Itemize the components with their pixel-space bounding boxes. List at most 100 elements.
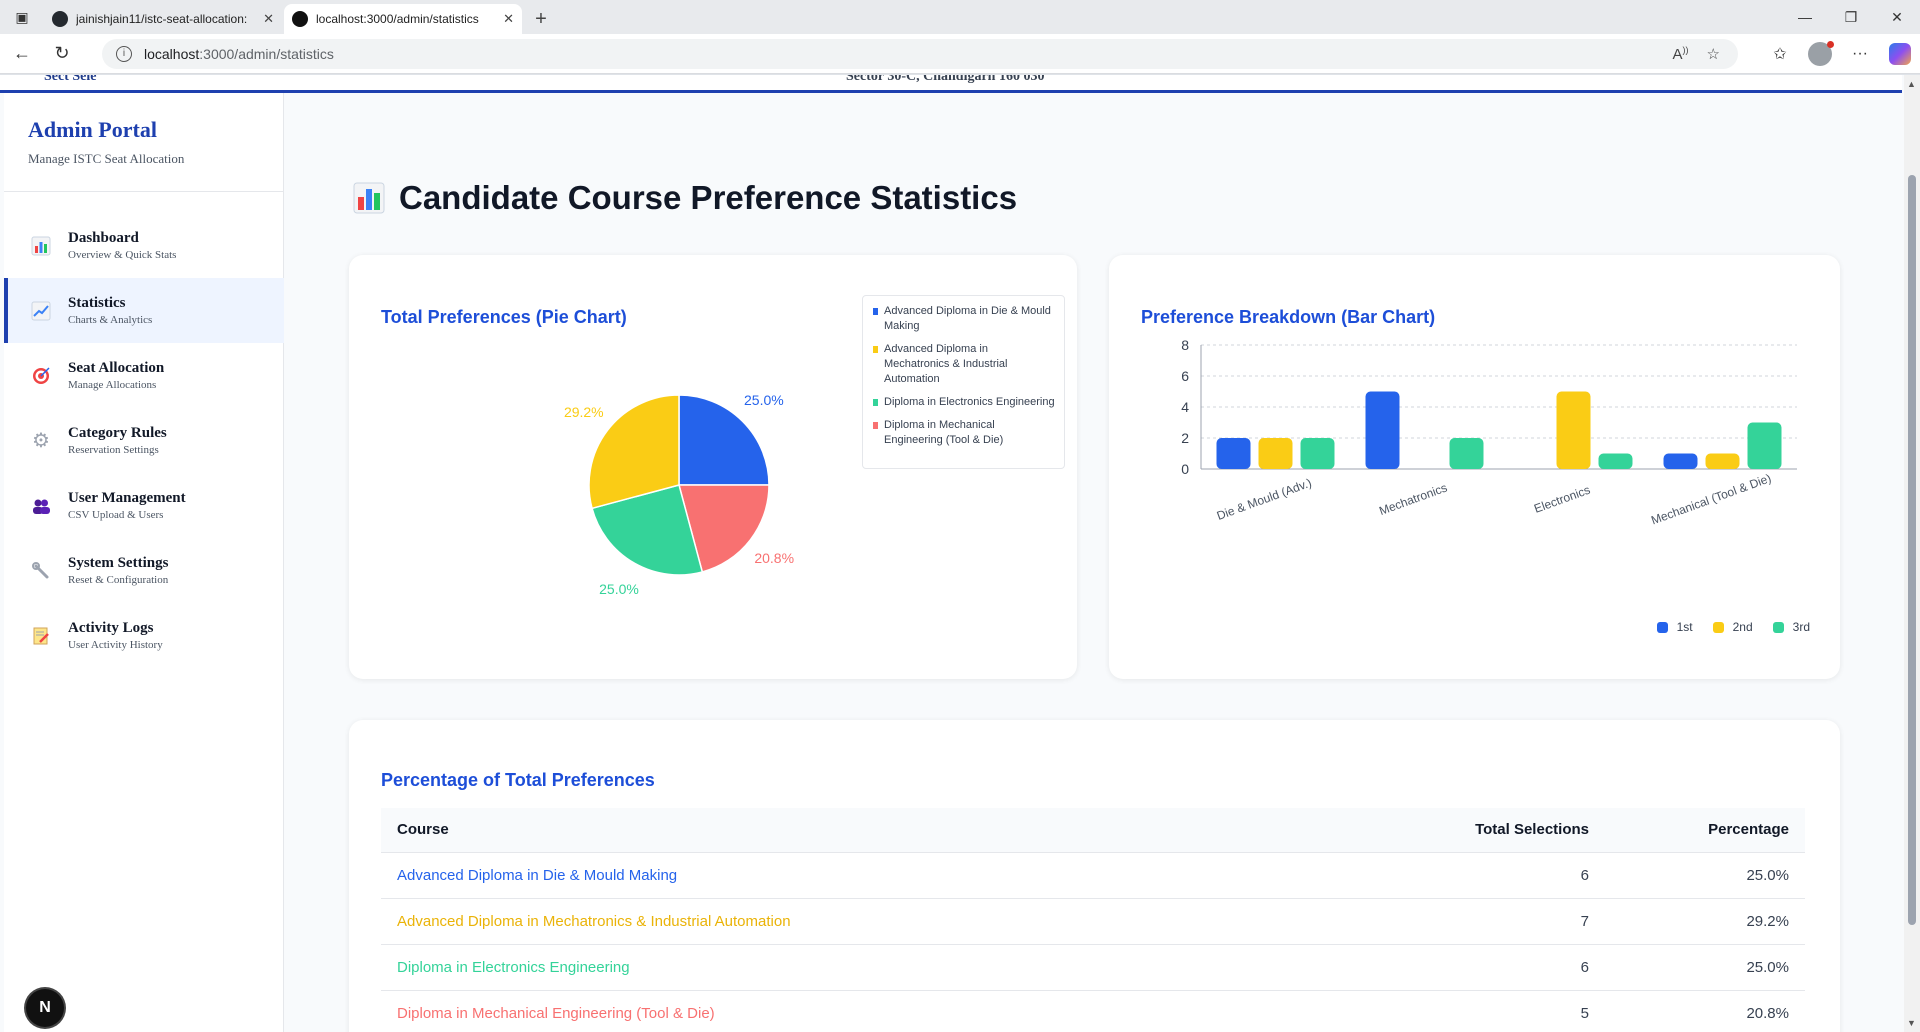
close-window-icon[interactable]: ✕ xyxy=(1874,0,1920,34)
legend-label: 1st xyxy=(1676,620,1693,634)
scrollbar-thumb[interactable] xyxy=(1908,175,1916,925)
sidebar-item-statistics[interactable]: Statistics Charts & Analytics xyxy=(4,278,284,343)
divider xyxy=(4,191,284,192)
cell-total: 5 xyxy=(1305,989,1605,1032)
y-tick-label: 2 xyxy=(1181,430,1189,446)
browser-tab-statistics[interactable]: localhost:3000/admin/statistics ✕ xyxy=(284,4,522,34)
scroll-up-icon[interactable]: ▲ xyxy=(1907,79,1916,89)
y-tick-label: 8 xyxy=(1181,337,1189,353)
scroll-down-icon[interactable]: ▼ xyxy=(1907,1018,1916,1028)
page-scrollbar[interactable]: ▲ ▼ xyxy=(1904,75,1920,1032)
x-tick-label: Mechanical (Tool & Die) xyxy=(1649,471,1773,527)
legend-item[interactable]: Advanced Diploma in Mechatronics & Indus… xyxy=(873,342,1056,387)
cell-course: Diploma in Electronics Engineering xyxy=(381,943,1305,990)
back-icon[interactable]: ← xyxy=(4,36,40,72)
bar[interactable] xyxy=(1216,438,1251,469)
favorite-star-icon[interactable]: ☆ xyxy=(1707,45,1720,63)
bar-chart-title: Preference Breakdown (Bar Chart) xyxy=(1141,307,1436,327)
bar[interactable] xyxy=(1258,438,1293,469)
x-tick-label: Die & Mould (Adv.) xyxy=(1215,476,1314,523)
page-title-text: Candidate Course Preference Statistics xyxy=(399,179,1018,216)
bar[interactable] xyxy=(1747,422,1782,470)
legend-item[interactable]: 3rd xyxy=(1772,620,1810,634)
more-menu-icon[interactable]: ··· xyxy=(1840,45,1880,63)
memo-icon xyxy=(30,625,52,647)
bar[interactable] xyxy=(1705,453,1740,470)
nextjs-dev-badge[interactable]: N xyxy=(26,989,64,1027)
cell-course: Advanced Diploma in Die & Mould Making xyxy=(381,851,1305,898)
refresh-icon[interactable]: ↻ xyxy=(44,36,80,72)
legend-swatch xyxy=(873,422,878,429)
bar[interactable] xyxy=(1365,391,1400,470)
restore-icon[interactable]: ❐ xyxy=(1828,0,1874,34)
sidebar-item-sub: Overview & Quick Stats xyxy=(68,249,177,261)
table-row: Advanced Diploma in Mechatronics & Indus… xyxy=(381,897,1805,944)
legend-item[interactable]: 1st xyxy=(1656,620,1693,634)
column-header-total[interactable]: Total Selections xyxy=(1305,808,1605,852)
legend-item[interactable]: Diploma in Electronics Engineering xyxy=(873,395,1056,410)
sidebar-item-dashboard[interactable]: Dashboard Overview & Quick Stats xyxy=(4,213,284,278)
table-body: Advanced Diploma in Die & Mould Making 6 2… xyxy=(381,851,1805,1032)
cell-total: 6 xyxy=(1305,943,1605,990)
legend-item[interactable]: Diploma in Mechanical Engineering (Tool … xyxy=(873,418,1056,448)
legend-swatch xyxy=(873,346,878,353)
cell-percentage: 20.8% xyxy=(1605,989,1805,1032)
pie-chart: 25.0% 20.8% 25.0% 29.2% xyxy=(564,392,794,597)
header-clip-left: Sect Sele xyxy=(44,75,97,84)
percentage-table-card: Percentage of Total Preferences Course T… xyxy=(349,720,1840,1032)
pie-slice[interactable] xyxy=(678,394,770,486)
sidebar-item-system-settings[interactable]: System Settings Reset & Configuration xyxy=(4,538,284,603)
profile-icon[interactable] xyxy=(1800,41,1840,66)
new-tab-button[interactable]: + xyxy=(524,4,558,34)
cell-total: 7 xyxy=(1305,897,1605,944)
preferences-table: Course Total Selections Percentage Advan… xyxy=(381,808,1805,1032)
sidebar-item-label: System Settings xyxy=(68,555,169,571)
close-tab-icon[interactable]: ✕ xyxy=(263,11,274,27)
cell-course: Diploma in Mechanical Engineering (Tool … xyxy=(381,989,1305,1032)
sidebar-item-sub: Charts & Analytics xyxy=(68,314,153,326)
browser-tab-bar: ▣ jainishjain11/istc-seat-allocation: ✕ … xyxy=(0,0,1920,34)
y-tick-label: 4 xyxy=(1181,399,1189,415)
y-tick-label: 0 xyxy=(1181,461,1189,477)
cell-percentage: 29.2% xyxy=(1605,897,1805,944)
legend-item[interactable]: Advanced Diploma in Die & Mould Making xyxy=(873,304,1056,334)
bar[interactable] xyxy=(1449,438,1484,469)
sidebar-item-label: Dashboard xyxy=(68,230,139,246)
close-tab-icon[interactable]: ✕ xyxy=(503,11,514,27)
bar[interactable] xyxy=(1556,391,1591,470)
sidebar-item-label: User Management xyxy=(68,490,186,506)
page-title: Candidate Course Preference Statistics xyxy=(353,179,1017,217)
wrench-icon xyxy=(30,560,52,582)
pie-slice-label: 20.8% xyxy=(754,550,794,566)
url-host: localhost xyxy=(144,45,200,62)
sidebar-item-sub: CSV Upload & Users xyxy=(68,509,164,521)
gear-icon: ⚙ xyxy=(32,430,50,452)
favorites-icon[interactable]: ✩ xyxy=(1760,44,1800,64)
bar[interactable] xyxy=(1663,453,1698,470)
bar[interactable] xyxy=(1598,453,1633,470)
window-controls: — ❐ ✕ xyxy=(1782,0,1920,34)
read-aloud-icon[interactable]: A)) xyxy=(1673,45,1689,63)
sidebar-toggle-icon[interactable]: ▣ xyxy=(0,0,44,34)
browser-tab-github[interactable]: jainishjain11/istc-seat-allocation: ✕ xyxy=(44,4,282,34)
column-header-course[interactable]: Course xyxy=(381,808,1305,852)
column-header-percentage[interactable]: Percentage xyxy=(1605,808,1805,852)
sidebar-item-seat-allocation[interactable]: Seat Allocation Manage Allocations xyxy=(4,343,284,408)
bar[interactable] xyxy=(1300,438,1335,469)
tab-title: jainishjain11/istc-seat-allocation: xyxy=(76,12,248,26)
site-info-icon[interactable]: i xyxy=(116,45,132,62)
sidebar-item-user-management[interactable]: User Management CSV Upload & Users xyxy=(4,473,284,538)
legend-label: 3rd xyxy=(1792,620,1810,634)
minimize-icon[interactable]: — xyxy=(1782,0,1828,34)
sidebar-item-category-rules[interactable]: ⚙ Category Rules Reservation Settings xyxy=(4,408,284,473)
sidebar-item-activity-logs[interactable]: Activity Logs User Activity History xyxy=(4,603,284,668)
legend-item[interactable]: 2nd xyxy=(1712,620,1753,634)
legend-label: Diploma in Mechanical Engineering (Tool … xyxy=(884,419,1004,446)
y-tick-label: 6 xyxy=(1181,368,1189,384)
url-input[interactable]: i localhost:3000/admin/statistics A)) ☆ xyxy=(102,38,1738,69)
legend-swatch xyxy=(1656,621,1668,633)
sidebar-title: Admin Portal xyxy=(28,117,157,142)
page-viewport: Sect Sele Sector 30-C, Chandigarh 160 03… xyxy=(0,75,1920,1032)
copilot-icon[interactable] xyxy=(1880,43,1920,65)
sidebar-item-sub: Manage Allocations xyxy=(68,379,157,391)
